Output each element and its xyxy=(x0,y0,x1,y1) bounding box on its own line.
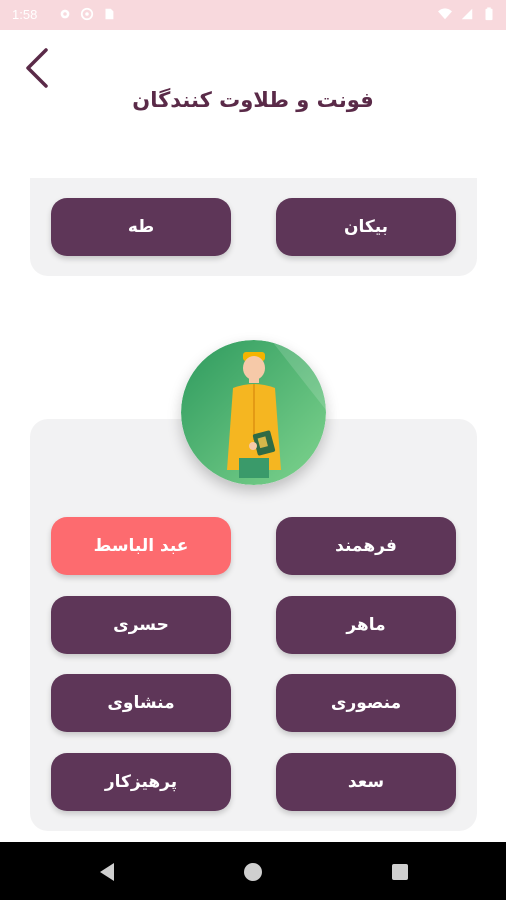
reciter-button-maher[interactable]: ماهر xyxy=(276,596,456,654)
page-title: فونت و طلاوت کنندگان xyxy=(132,88,374,112)
navigation-bar xyxy=(0,842,506,900)
status-bar: 1:58 xyxy=(0,0,506,30)
circle-home-icon xyxy=(244,863,262,881)
nav-back-button[interactable] xyxy=(96,860,120,884)
status-icons-left xyxy=(58,6,116,22)
font-button-bikan[interactable]: بیکان xyxy=(276,198,456,256)
nav-home-button[interactable] xyxy=(241,860,265,884)
reciter-button-abdulbasit[interactable]: عبد الباسط xyxy=(51,517,231,575)
reciter-button-parhizkar[interactable]: پرهیزکار xyxy=(51,753,231,811)
back-button[interactable] xyxy=(20,45,60,91)
reciter-button-mansouri[interactable]: منصوری xyxy=(276,674,456,732)
settings-icon xyxy=(60,9,70,19)
reciter-button-hosari[interactable]: حسری xyxy=(51,596,231,654)
sd-card-icon xyxy=(105,8,114,20)
chevron-left-icon xyxy=(26,48,48,88)
nav-recents-button[interactable] xyxy=(388,860,412,884)
wifi-icon xyxy=(438,8,452,20)
square-recents-icon xyxy=(392,864,408,880)
sync-icon xyxy=(80,7,94,21)
status-time: 1:58 xyxy=(12,7,38,22)
battery-icon xyxy=(485,7,493,21)
reciter-avatar xyxy=(181,340,326,485)
triangle-back-icon xyxy=(100,863,114,881)
reciter-button-saad[interactable]: سعد xyxy=(276,753,456,811)
signal-icon xyxy=(461,8,473,20)
reciter-button-farahmand[interactable]: فرهمند xyxy=(276,517,456,575)
reciter-illustration-icon xyxy=(181,340,326,485)
font-button-taha[interactable]: طه xyxy=(51,198,231,256)
status-icons-right xyxy=(438,6,496,22)
reciter-button-minshawi[interactable]: منشاوی xyxy=(51,674,231,732)
